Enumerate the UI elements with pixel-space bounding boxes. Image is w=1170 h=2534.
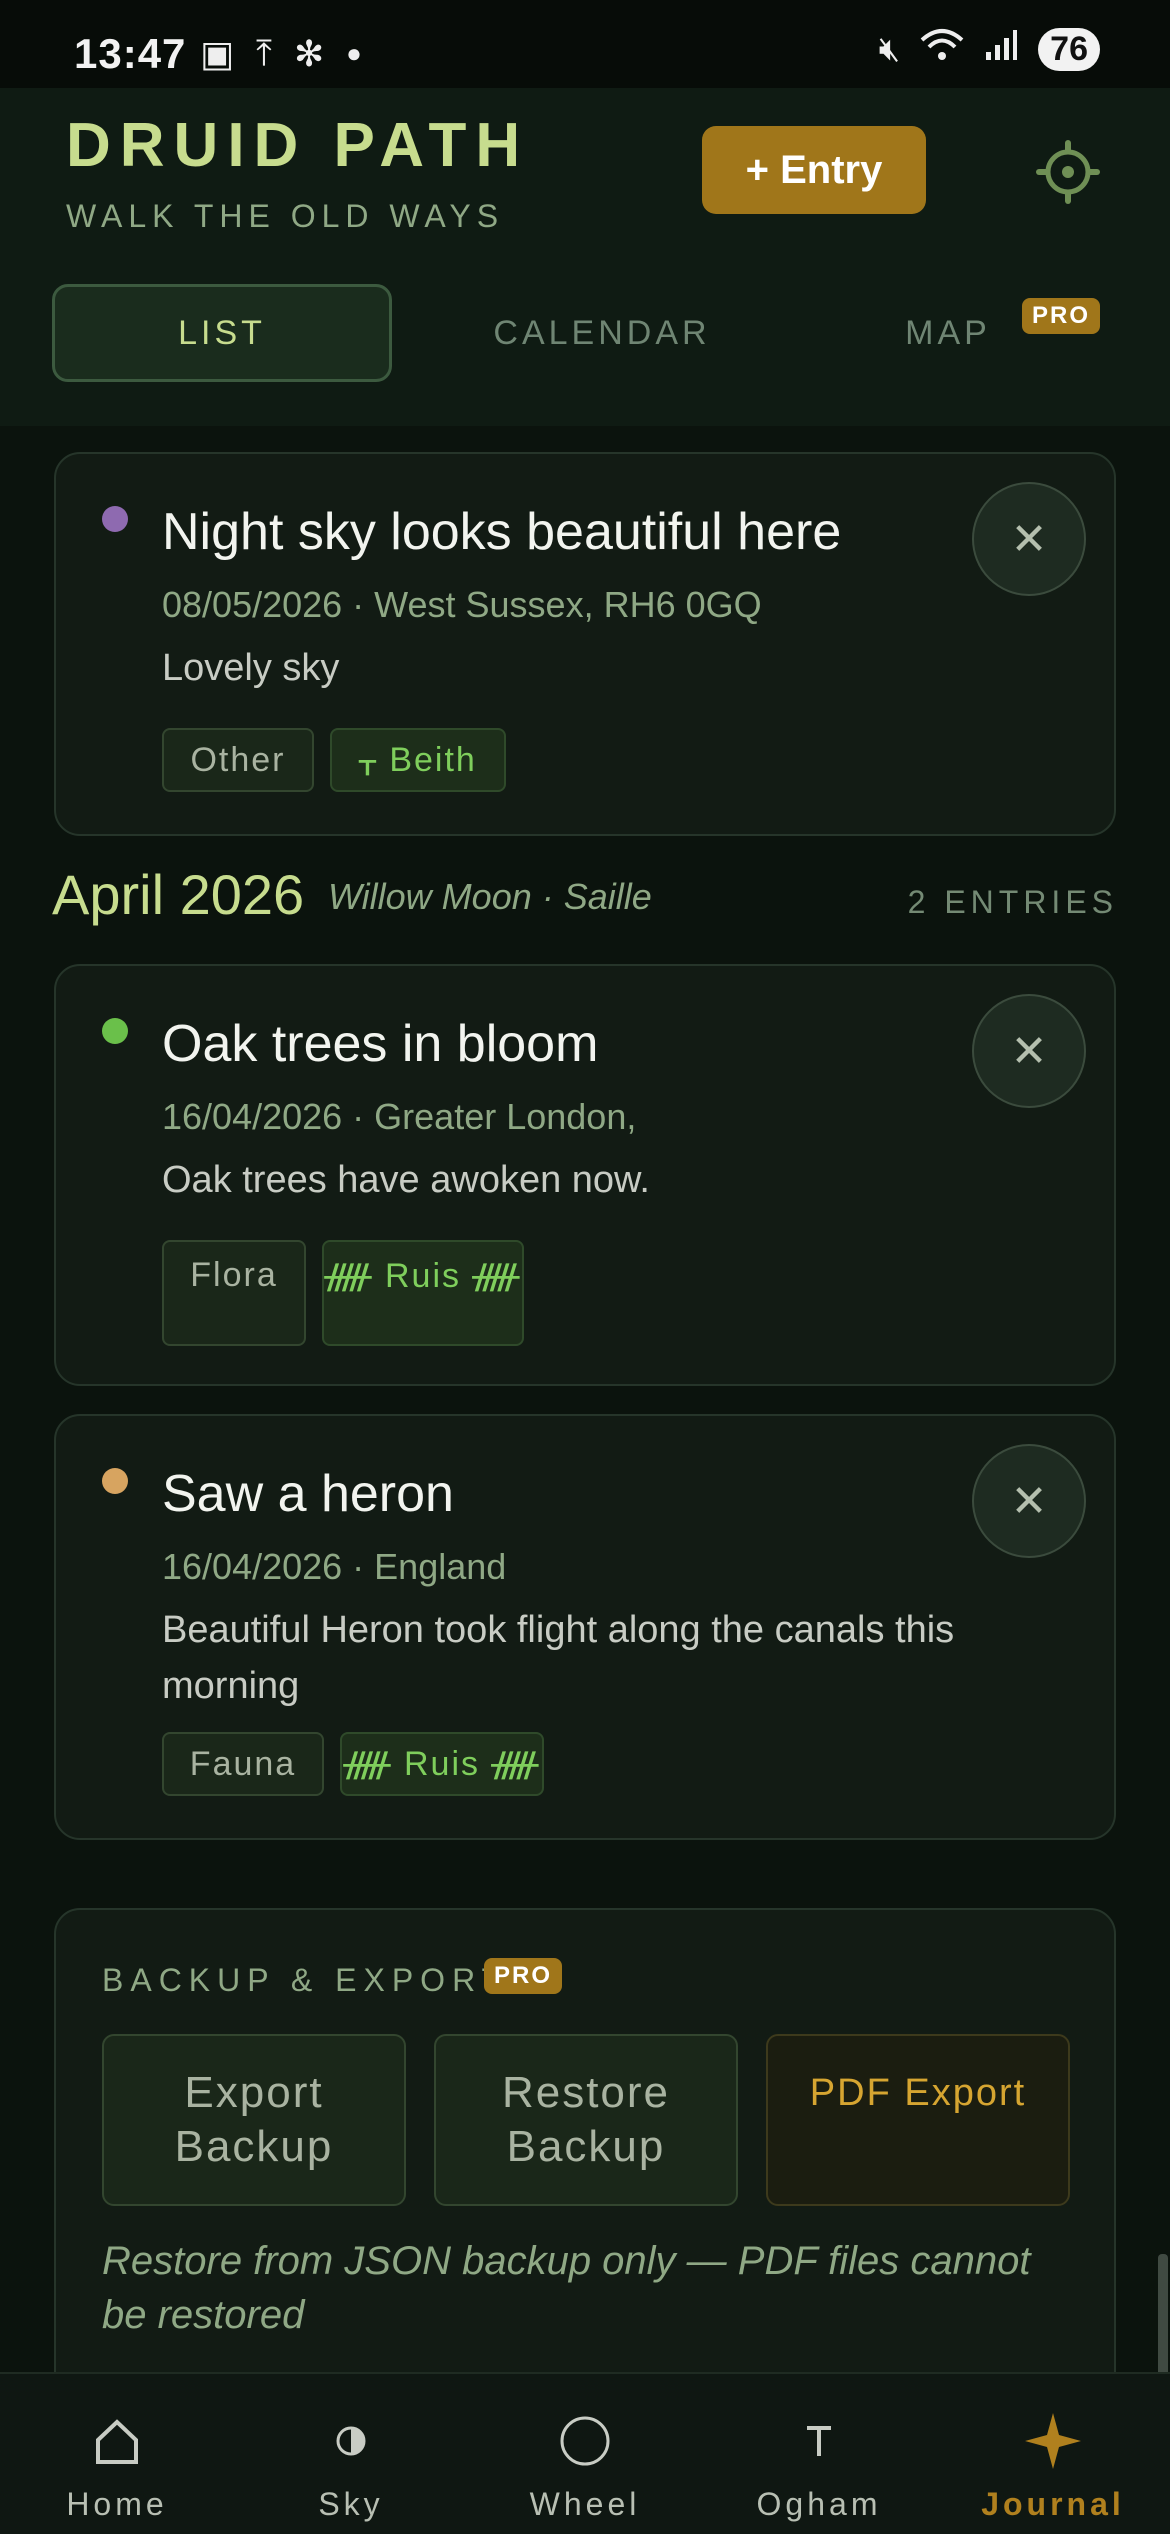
backup-title: BACKUP & EXPORT	[102, 1962, 509, 1998]
backup-note: Restore from JSON backup only — PDF file…	[102, 2239, 1031, 2337]
ogham-icon	[702, 2406, 936, 2476]
entry-title: Oak trees in bloom	[162, 1015, 599, 1073]
entry-body: Beautiful Heron took flight along the ca…	[162, 1609, 955, 1707]
category-tag: Flora	[162, 1240, 306, 1346]
nav-label: Sky	[318, 2486, 384, 2522]
entry-body: Oak trees have awoken now.	[162, 1159, 650, 1201]
ogham-tag: ᚏ Ruis ᚏ	[322, 1240, 524, 1346]
restore-backup-button[interactable]: Restore Backup	[434, 2034, 738, 2206]
half-moon-icon	[234, 2406, 468, 2476]
nav-journal[interactable]: Journal	[936, 2374, 1170, 2534]
bottom-navigation: Home Sky Wheel Ogham Journal	[0, 2372, 1170, 2534]
entry-meta: 08/05/2026 · West Sussex, RH6 0GQ	[162, 584, 762, 625]
entry-meta: 16/04/2026 · Greater London,	[162, 1096, 637, 1137]
system-icons: 🔇︎ 76	[879, 28, 1100, 71]
entry-card[interactable]: Saw a heron 16/04/2026 · England Beautif…	[54, 1414, 1116, 1840]
circle-icon	[468, 2406, 702, 2476]
screenshot-icon: ▣	[200, 32, 235, 74]
nav-home[interactable]: Home	[0, 2374, 234, 2534]
slack-icon: ✻	[293, 32, 325, 74]
star-icon	[936, 2406, 1170, 2476]
pdf-export-button[interactable]: PDF Export	[766, 2034, 1070, 2206]
app-subtitle: WALK THE OLD WAYS	[66, 198, 505, 234]
nav-wheel[interactable]: Wheel	[468, 2374, 702, 2534]
status-time: 13:47	[74, 30, 187, 77]
entry-card[interactable]: Night sky looks beautiful here 08/05/202…	[54, 452, 1116, 836]
signal-icon	[984, 28, 1018, 71]
nav-label: Ogham	[756, 2486, 882, 2522]
category-tag: Other	[162, 728, 314, 792]
battery-indicator: 76	[1038, 28, 1100, 71]
delete-entry-close-icon[interactable]: ✕	[972, 1444, 1086, 1558]
category-tag: Fauna	[162, 1732, 324, 1796]
wifi-icon	[920, 28, 964, 71]
delete-entry-close-icon[interactable]: ✕	[972, 482, 1086, 596]
tab-calendar[interactable]: CALENDAR	[432, 284, 772, 382]
entry-title: Night sky looks beautiful here	[162, 503, 842, 561]
map-pro-badge: PRO	[1022, 298, 1101, 334]
nav-label: Wheel	[529, 2486, 641, 2522]
upload-icon: ⤒	[256, 32, 272, 73]
month-heading: April 2026	[52, 863, 305, 926]
home-icon	[0, 2406, 234, 2476]
notification-icons: ▣ ⤒ ✻ ●	[200, 32, 362, 75]
delete-entry-close-icon[interactable]: ✕	[972, 994, 1086, 1108]
add-entry-button[interactable]: + Entry	[702, 126, 926, 214]
mute-icon: 🔇︎	[878, 30, 901, 68]
moon-name: Willow Moon · Saille	[328, 876, 652, 917]
dot-icon: ●	[346, 38, 362, 68]
nav-sky[interactable]: Sky	[234, 2374, 468, 2534]
settings-gear-icon[interactable]	[1036, 140, 1100, 204]
view-tabs: LIST CALENDAR MAP	[52, 284, 1116, 382]
entry-meta: 16/04/2026 · England	[162, 1546, 507, 1587]
tab-list[interactable]: LIST	[52, 284, 392, 382]
ogham-tag: ᚏ Ruis ᚏ	[340, 1732, 544, 1796]
backup-export-panel: BACKUP & EXPORT PRO Export Backup Restor…	[54, 1908, 1116, 2378]
entry-count: 2 ENTRIES	[907, 884, 1118, 920]
category-dot	[102, 1018, 128, 1044]
app-title: DRUID PATH	[66, 111, 530, 180]
nav-ogham[interactable]: Ogham	[702, 2374, 936, 2534]
category-dot	[102, 1468, 128, 1494]
entry-body: Lovely sky	[162, 647, 340, 689]
export-backup-button[interactable]: Export Backup	[102, 2034, 406, 2206]
category-dot	[102, 506, 128, 532]
nav-label: Home	[66, 2486, 168, 2522]
entry-card[interactable]: Oak trees in bloom 16/04/2026 · Greater …	[54, 964, 1116, 1386]
status-bar: 13:47 ▣ ⤒ ✻ ● 🔇︎ 76	[0, 0, 1170, 88]
nav-label: Journal	[981, 2486, 1125, 2522]
backup-pro-badge: PRO	[484, 1958, 563, 1994]
ogham-tag: ᚁ Beith	[330, 728, 506, 792]
entry-title: Saw a heron	[162, 1465, 454, 1523]
